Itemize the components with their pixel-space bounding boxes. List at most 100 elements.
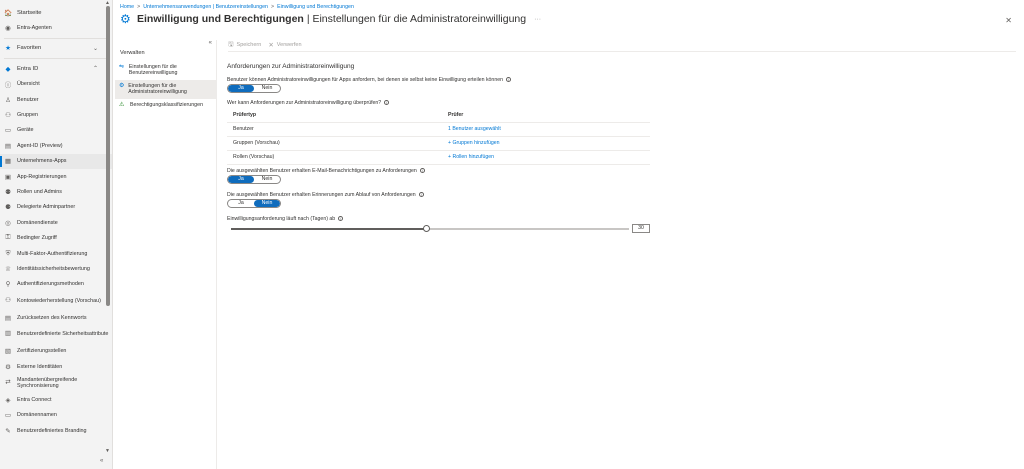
- nav-item-partner[interactable]: ⚈ Delegierte Adminpartner: [0, 200, 112, 215]
- nav-item-external-id[interactable]: ⚙ Externe Identitäten: [0, 359, 112, 374]
- nav-item-connect[interactable]: ◈ Entra Connect: [0, 392, 112, 407]
- nav-item-info[interactable]: ⓘ Übersicht: [0, 77, 112, 92]
- apps-icon: ▦: [4, 158, 12, 166]
- nav-item-app-registration[interactable]: ▣ App-Registrierungen: [0, 169, 112, 184]
- collapse-menu-icon[interactable]: «: [209, 40, 212, 46]
- nav-item-sync[interactable]: ⇄ Mandantenübergreifende Synchronisierung: [0, 374, 112, 392]
- nav-item-label: Entra-Agenten: [17, 25, 52, 32]
- q1-label: Benutzer können Administratoreinwilligun…: [227, 77, 511, 83]
- breadcrumb-enterprise-apps[interactable]: Unternehmensanwendungen | Benutzereinste…: [143, 4, 268, 10]
- nav-item-label: Benutzer: [17, 96, 39, 103]
- q1-option-nein[interactable]: Nein: [254, 85, 280, 92]
- home-icon: 🏠: [3, 9, 13, 17]
- table-row: Benutzer 1 Benutzer ausgewählt: [227, 122, 650, 137]
- nav-item-label: Kontowiederherstellung (Vorschau): [17, 297, 101, 304]
- command-bar: 🖫 Speichern ✕ Verwerfen: [228, 40, 1016, 50]
- expiry-slider-thumb[interactable]: [423, 224, 431, 232]
- column-header-reviewer: Prüfer: [442, 108, 650, 123]
- q4-option-ja[interactable]: Ja: [228, 200, 254, 207]
- nav-item-group[interactable]: ⚇ Gruppen: [0, 107, 112, 122]
- close-icon[interactable]: ✕: [1005, 16, 1012, 25]
- domain-services-icon: ◎: [5, 219, 11, 227]
- nav-item-domain-services[interactable]: ◎ Domänendienste: [0, 215, 112, 230]
- nav-item-entra[interactable]: ◆ Entra ID ⌃: [0, 61, 112, 76]
- expiry-days-input[interactable]: 30: [632, 224, 650, 233]
- nav-item-label: Delegierte Adminpartner: [17, 204, 76, 211]
- more-options-icon[interactable]: ···: [534, 16, 541, 23]
- table-header-row: Prüfertyp Prüfer: [227, 108, 650, 123]
- reviewer-table: Prüfertyp Prüfer Benutzer 1 Benutzer aus…: [227, 108, 650, 165]
- scroll-down-icon[interactable]: ▼: [105, 448, 110, 454]
- connect-icon: ◈: [5, 396, 11, 404]
- partner-icon: ⚈: [5, 204, 11, 212]
- auth-methods-icon: ⚲: [5, 281, 11, 289]
- q3-option-nein[interactable]: Nein: [254, 176, 280, 183]
- nav-item-home[interactable]: 🏠 Startseite: [0, 5, 112, 20]
- chevron-down-icon[interactable]: ⌄: [93, 45, 98, 52]
- reviewer-type-cell: Rollen (Vorschau): [227, 150, 442, 165]
- menu-item-admin-consent[interactable]: ⚙ Einstellungen für die Administratorein…: [115, 80, 217, 99]
- q4-option-nein[interactable]: Nein: [254, 200, 280, 207]
- nav-item-label: Unternehmens-Apps: [17, 158, 67, 165]
- menu-item-user-consent[interactable]: ⇋ Einstellungen für die Benutzereinwilli…: [115, 61, 217, 80]
- nav-item-roles[interactable]: ⚉ Rollen und Admins: [0, 184, 112, 199]
- menu-item-permission-classifications[interactable]: ⚠ Berechtigungsklassifizierungen: [115, 99, 217, 111]
- save-icon: 🖫: [228, 40, 234, 48]
- warning-icon: ⚠: [119, 102, 125, 108]
- save-button[interactable]: 🖫 Speichern: [228, 40, 261, 51]
- chevron-up-icon[interactable]: ⌃: [93, 65, 98, 72]
- info-icon[interactable]: i: [384, 100, 390, 106]
- nav-item-agent-id[interactable]: ▤ Agent-ID (Preview): [0, 138, 112, 153]
- q3-toggle[interactable]: Ja Nein: [227, 175, 281, 184]
- nav-item-label: Authentifizierungsmethoden: [17, 281, 84, 288]
- nav-item-password-reset[interactable]: ▤ Zurücksetzen des Kennworts: [0, 310, 112, 325]
- certificate-icon: ▧: [4, 348, 12, 356]
- q1-option-ja[interactable]: Ja: [228, 85, 254, 92]
- gear-icon: ⚙: [119, 83, 125, 89]
- nav-item-label: Zertifizierungsstellen: [17, 348, 67, 355]
- nav-item-agent[interactable]: ◉ Entra-Agenten: [0, 20, 112, 35]
- nav-item-recovery[interactable]: ⚇ Kontowiederherstellung (Vorschau): [0, 292, 112, 310]
- nav-item-device[interactable]: ▭ Geräte: [0, 123, 112, 138]
- nav-item-certificate[interactable]: ▧ Zertifizierungsstellen: [0, 343, 112, 358]
- nav-item-star[interactable]: ★ Favoriten ⌄: [0, 41, 112, 56]
- nav-divider: [4, 58, 108, 60]
- q5-label: Einwilligungsanforderung läuft nach (Tag…: [227, 216, 344, 222]
- discard-button[interactable]: ✕ Verwerfen: [268, 41, 301, 49]
- info-icon[interactable]: i: [505, 77, 511, 83]
- nav-list: 🏠 Startseite ◉ Entra-Agenten ★ Favoriten ⌄ ◆ Ent…: [0, 0, 112, 438]
- selected-users-link[interactable]: 1 Benutzer ausgewählt: [442, 122, 650, 137]
- nav-item-attributes[interactable]: ▥ Benutzerdefinierte Sicherheitsattribute: [0, 325, 112, 343]
- nav-item-user[interactable]: ♙ Benutzer: [0, 92, 112, 107]
- collapse-nav-icon[interactable]: «: [100, 458, 103, 464]
- info-icon[interactable]: i: [418, 192, 424, 198]
- q3-option-ja[interactable]: Ja: [228, 176, 254, 183]
- nav-item-label: Externe Identitäten: [17, 363, 63, 370]
- table-row: Gruppen (Vorschau) + Gruppen hinzufügen: [227, 136, 650, 151]
- breadcrumb-consent[interactable]: Einwilligung und Berechtigungen: [277, 4, 354, 10]
- q4-toggle[interactable]: Ja Nein: [227, 199, 281, 208]
- reviewer-type-cell: Gruppen (Vorschau): [227, 136, 442, 151]
- nav-item-auth-methods[interactable]: ⚲ Authentifizierungsmethoden: [0, 277, 112, 292]
- nav-item-apps[interactable]: ▦ Unternehmens-Apps: [0, 153, 112, 169]
- page-title-bar: ⚙ Einwilligung und Berechtigungen | Eins…: [120, 13, 541, 25]
- q1-toggle[interactable]: Ja Nein: [227, 84, 281, 93]
- expiry-slider-fill: [231, 228, 427, 230]
- info-icon[interactable]: i: [419, 168, 425, 174]
- nav-item-conditional-access[interactable]: ⚿ Bedingter Zugriff: [0, 230, 112, 245]
- breadcrumb-home[interactable]: Home: [120, 4, 134, 10]
- nav-item-branding[interactable]: ✎ Benutzerdefiniertes Branding: [0, 423, 112, 438]
- add-roles-link[interactable]: + Rollen hinzufügen: [442, 150, 650, 165]
- reviewer-type-cell: Benutzer: [227, 122, 442, 137]
- scroll-thumb[interactable]: [106, 6, 110, 306]
- nav-item-mfa[interactable]: ⛨ Multi-Faktor-Authentifizierung: [0, 246, 112, 261]
- group-icon: ⚇: [5, 112, 11, 120]
- add-groups-link[interactable]: + Gruppen hinzufügen: [442, 136, 650, 151]
- q2-label: Wer kann Anforderungen zur Administrator…: [227, 100, 390, 106]
- nav-item-score[interactable]: ♕ Identitätssicherheitsbewertung: [0, 261, 112, 276]
- nav-item-domain-names[interactable]: ▭ Domänennamen: [0, 408, 112, 423]
- nav-scrollbar[interactable]: ▲ ▼: [105, 0, 111, 469]
- page-title: Einwilligung und Berechtigungen: [137, 13, 304, 25]
- info-icon[interactable]: i: [338, 216, 344, 222]
- q3-label: Die ausgewählten Benutzer erhalten E-Mai…: [227, 168, 425, 174]
